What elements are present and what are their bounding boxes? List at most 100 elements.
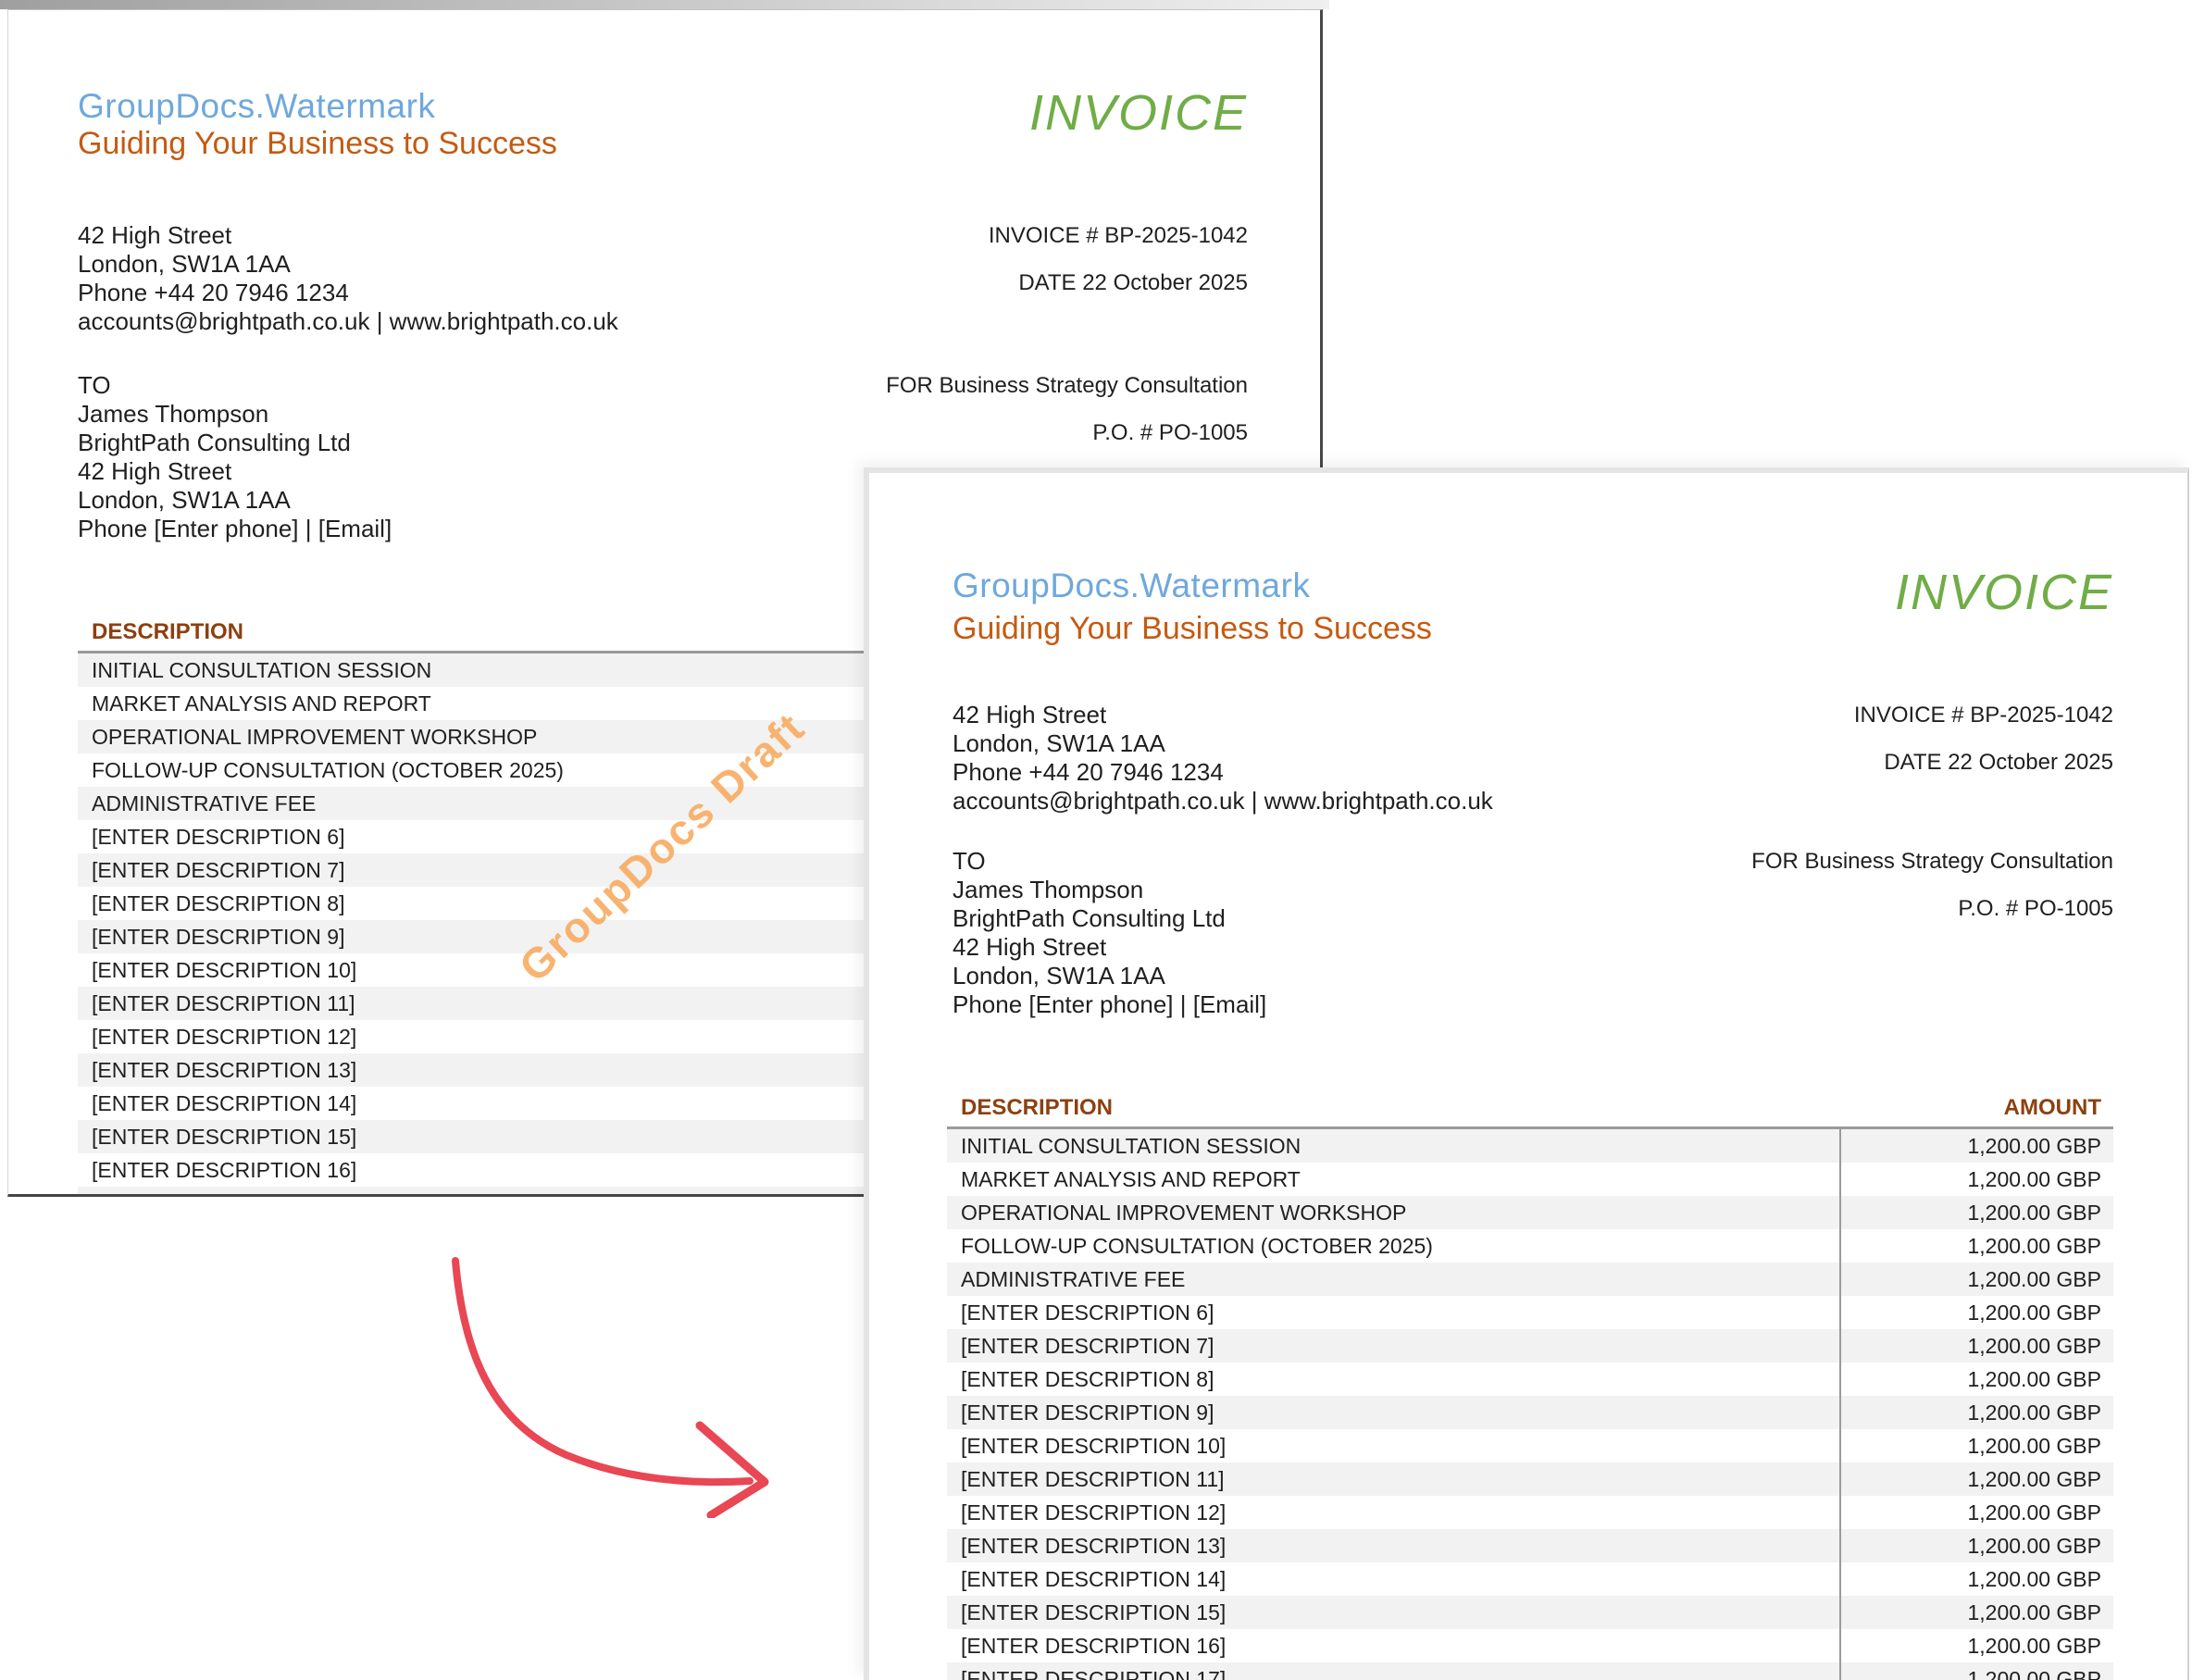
row-description: [ENTER DESCRIPTION 13] <box>947 1529 1839 1562</box>
row-amount: 1,200.00 GBP <box>1839 1163 2113 1196</box>
row-amount: 1,200.00 GBP <box>1839 1429 2113 1462</box>
recipient-line: London, SW1A 1AA <box>78 486 392 515</box>
address-line: 42 High Street <box>953 701 1493 729</box>
table-row: ADMINISTRATIVE FEE1,200.00 GBP <box>947 1263 2113 1296</box>
row-amount: 1,200.00 GBP <box>1839 1596 2113 1629</box>
table-row: [ENTER DESCRIPTION 11]1,200.00 GBP <box>947 1462 2113 1496</box>
row-amount: 1,200.00 GBP <box>1839 1263 2113 1296</box>
row-amount: 1,200.00 GBP <box>1839 1496 2113 1529</box>
recipient-line: James Thompson <box>953 876 1266 904</box>
row-amount: 1,200.00 GBP <box>1839 1363 2113 1396</box>
recipient-line: Phone [Enter phone] | [Email] <box>953 990 1266 1019</box>
row-amount: 1,200.00 GBP <box>1839 1296 2113 1329</box>
page-top-shadow <box>0 0 1329 9</box>
row-description: [ENTER DESCRIPTION 11] <box>947 1462 1839 1496</box>
address-line: Phone +44 20 7946 1234 <box>78 279 618 307</box>
table-row: [ENTER DESCRIPTION 7]1,200.00 GBP <box>947 1329 2113 1363</box>
address-line: London, SW1A 1AA <box>78 250 618 279</box>
company-address: 42 High Street London, SW1A 1AA Phone +4… <box>953 701 1493 815</box>
row-amount: 1,200.00 GBP <box>1839 1562 2113 1596</box>
company-logo: GroupDocs.Watermark <box>953 566 1310 606</box>
to-label: TO <box>78 371 392 400</box>
bill-to-block: TO James Thompson BrightPath Consulting … <box>78 371 392 543</box>
row-amount: 1,200.00 GBP <box>1839 1529 2113 1562</box>
recipient-line: 42 High Street <box>78 457 392 486</box>
table-row: INITIAL CONSULTATION SESSION1,200.00 GBP <box>947 1129 2113 1163</box>
table-row: OPERATIONAL IMPROVEMENT WORKSHOP1,200.00… <box>947 1196 2113 1229</box>
table-row: [ENTER DESCRIPTION 12]1,200.00 GBP <box>947 1496 2113 1529</box>
address-line: Phone +44 20 7946 1234 <box>953 758 1493 787</box>
recipient-line: London, SW1A 1AA <box>953 962 1266 990</box>
table-header: DESCRIPTION AMOUNT <box>947 1095 2113 1129</box>
to-label: TO <box>953 847 1266 876</box>
recipient-line: James Thompson <box>78 400 392 429</box>
row-amount: 1,200.00 GBP <box>1839 1629 2113 1662</box>
address-line: accounts@brightpath.co.uk | www.brightpa… <box>78 307 618 336</box>
table-row: [ENTER DESCRIPTION 8]1,200.00 GBP <box>947 1363 2113 1396</box>
table-row: [ENTER DESCRIPTION 17]1,200.00 GBP <box>947 1662 2113 1680</box>
clean-invoice-page: GroupDocs.Watermark Guiding Your Busines… <box>864 467 2189 1680</box>
company-tagline: Guiding Your Business to Success <box>953 608 1432 649</box>
company-logo: GroupDocs.Watermark <box>78 86 435 127</box>
row-description: [ENTER DESCRIPTION 7] <box>947 1329 1839 1363</box>
invoice-meta: INVOICE # BP-2025-1042 DATE 22 October 2… <box>989 221 1248 297</box>
invoice-meta: INVOICE # BP-2025-1042 DATE 22 October 2… <box>1854 701 2113 777</box>
description-header: DESCRIPTION <box>78 619 243 645</box>
row-description: [ENTER DESCRIPTION 9] <box>947 1396 1839 1429</box>
invoice-date-line: DATE 22 October 2025 <box>1854 748 2113 777</box>
table-row: FOLLOW-UP CONSULTATION (OCTOBER 2025)1,2… <box>947 1229 2113 1263</box>
row-amount: 1,200.00 GBP <box>1839 1662 2113 1680</box>
row-description: [ENTER DESCRIPTION 16] <box>947 1629 1839 1662</box>
recipient-line: BrightPath Consulting Ltd <box>953 904 1266 933</box>
address-line: accounts@brightpath.co.uk | www.brightpa… <box>953 787 1493 815</box>
po-line: P.O. # PO-1005 <box>1751 894 2113 923</box>
row-description: OPERATIONAL IMPROVEMENT WORKSHOP <box>947 1196 1839 1229</box>
red-arrow-annotation <box>426 1240 796 1518</box>
row-amount: 1,200.00 GBP <box>1839 1396 2113 1429</box>
row-amount: 1,200.00 GBP <box>1839 1229 2113 1263</box>
invoice-table: INITIAL CONSULTATION SESSION1,200.00 GBP… <box>947 1129 2113 1680</box>
invoice-title: INVOICE <box>1895 564 2113 621</box>
table-row: [ENTER DESCRIPTION 14]1,200.00 GBP <box>947 1562 2113 1596</box>
row-description: [ENTER DESCRIPTION 6] <box>947 1296 1839 1329</box>
row-description: FOLLOW-UP CONSULTATION (OCTOBER 2025) <box>947 1229 1839 1263</box>
recipient-line: 42 High Street <box>953 933 1266 962</box>
amount-header: AMOUNT <box>1839 1095 2113 1121</box>
table-row: [ENTER DESCRIPTION 9]1,200.00 GBP <box>947 1396 2113 1429</box>
row-description: [ENTER DESCRIPTION 14] <box>947 1562 1839 1596</box>
bill-to-block: TO James Thompson BrightPath Consulting … <box>953 847 1266 1019</box>
row-description: [ENTER DESCRIPTION 12] <box>947 1496 1839 1529</box>
recipient-line: BrightPath Consulting Ltd <box>78 429 392 457</box>
for-line: FOR Business Strategy Consultation <box>886 371 1248 400</box>
for-meta-block: FOR Business Strategy Consultation P.O. … <box>886 371 1248 447</box>
row-description: MARKET ANALYSIS AND REPORT <box>947 1163 1839 1196</box>
recipient-line: Phone [Enter phone] | [Email] <box>78 515 392 543</box>
table-row: [ENTER DESCRIPTION 6]1,200.00 GBP <box>947 1296 2113 1329</box>
row-amount: 1,200.00 GBP <box>1839 1196 2113 1229</box>
table-row: [ENTER DESCRIPTION 16]1,200.00 GBP <box>947 1629 2113 1662</box>
row-description: ADMINISTRATIVE FEE <box>947 1263 1839 1296</box>
row-description: [ENTER DESCRIPTION 10] <box>947 1429 1839 1462</box>
row-description: [ENTER DESCRIPTION 15] <box>947 1596 1839 1629</box>
for-meta-block: FOR Business Strategy Consultation P.O. … <box>1751 847 2113 923</box>
table-row: MARKET ANALYSIS AND REPORT1,200.00 GBP <box>947 1163 2113 1196</box>
table-row: [ENTER DESCRIPTION 15]1,200.00 GBP <box>947 1596 2113 1629</box>
invoice-number-line: INVOICE # BP-2025-1042 <box>989 221 1248 250</box>
row-amount: 1,200.00 GBP <box>1839 1129 2113 1163</box>
row-amount: 1,200.00 GBP <box>1839 1462 2113 1496</box>
row-amount: 1,200.00 GBP <box>1839 1329 2113 1363</box>
invoice-date-line: DATE 22 October 2025 <box>989 268 1248 297</box>
company-tagline: Guiding Your Business to Success <box>78 123 557 164</box>
company-address: 42 High Street London, SW1A 1AA Phone +4… <box>78 221 618 336</box>
table-row: [ENTER DESCRIPTION 10]1,200.00 GBP <box>947 1429 2113 1462</box>
address-line: London, SW1A 1AA <box>953 729 1493 758</box>
po-line: P.O. # PO-1005 <box>886 418 1248 447</box>
row-description: [ENTER DESCRIPTION 17] <box>947 1662 1839 1680</box>
row-description: INITIAL CONSULTATION SESSION <box>947 1129 1839 1163</box>
for-line: FOR Business Strategy Consultation <box>1751 847 2113 876</box>
table-row: [ENTER DESCRIPTION 13]1,200.00 GBP <box>947 1529 2113 1562</box>
row-description: [ENTER DESCRIPTION 8] <box>947 1363 1839 1396</box>
description-header: DESCRIPTION <box>947 1095 1839 1121</box>
invoice-title: INVOICE <box>1029 84 1248 142</box>
address-line: 42 High Street <box>78 221 618 250</box>
